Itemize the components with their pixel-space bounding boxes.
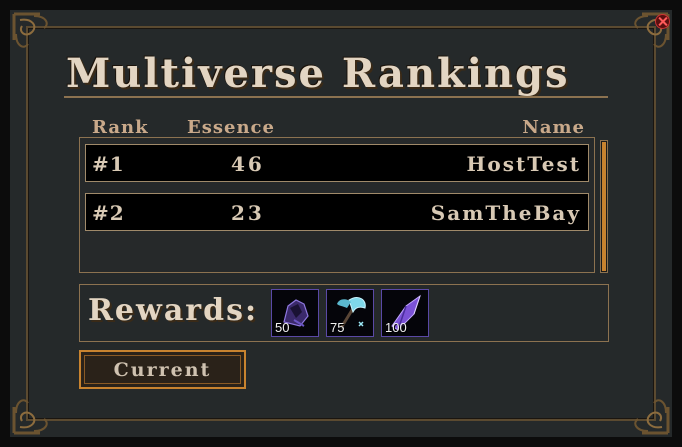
column-header-name: Name bbox=[522, 117, 585, 138]
ranking-essence: 23 bbox=[231, 201, 265, 225]
ranking-player-name: HostTest bbox=[466, 152, 581, 176]
reward-slot-frost-axe[interactable]: 75 bbox=[326, 289, 374, 337]
reward-quantity: 75 bbox=[330, 320, 345, 335]
ranking-essence: 46 bbox=[231, 152, 265, 176]
column-header-rank: Rank bbox=[92, 117, 149, 138]
corner-ornament-icon bbox=[602, 367, 672, 437]
window-title: Multiverse Rankings bbox=[66, 50, 570, 97]
reward-slot-amethyst-shard[interactable]: 100 bbox=[381, 289, 429, 337]
ranking-player-name: SamTheBay bbox=[430, 201, 581, 225]
column-header-essence: Essence bbox=[187, 117, 275, 138]
rewards-label: Rewards: bbox=[88, 293, 259, 328]
ranking-position: #1 bbox=[92, 152, 125, 176]
rankings-list: #1 46 HostTest #2 23 SamTheBay bbox=[79, 137, 595, 273]
reward-quantity: 100 bbox=[385, 320, 407, 335]
scrollbar-thumb[interactable] bbox=[602, 142, 606, 271]
title-divider bbox=[64, 96, 608, 98]
reward-quantity: 50 bbox=[275, 320, 290, 335]
current-button-label: Current bbox=[113, 359, 212, 381]
ranking-position: #2 bbox=[92, 201, 125, 225]
ranking-row[interactable]: #2 23 SamTheBay bbox=[85, 193, 589, 231]
reward-slot-shadow-gauntlet[interactable]: 50 bbox=[271, 289, 319, 337]
close-icon[interactable] bbox=[655, 14, 670, 29]
ranking-row[interactable]: #1 46 HostTest bbox=[85, 144, 589, 182]
corner-ornament-icon bbox=[10, 367, 80, 437]
rankings-scrollbar[interactable] bbox=[600, 140, 608, 273]
rewards-panel: Rewards: 50 75 100 bbox=[79, 284, 609, 342]
current-button[interactable]: Current bbox=[79, 350, 246, 389]
